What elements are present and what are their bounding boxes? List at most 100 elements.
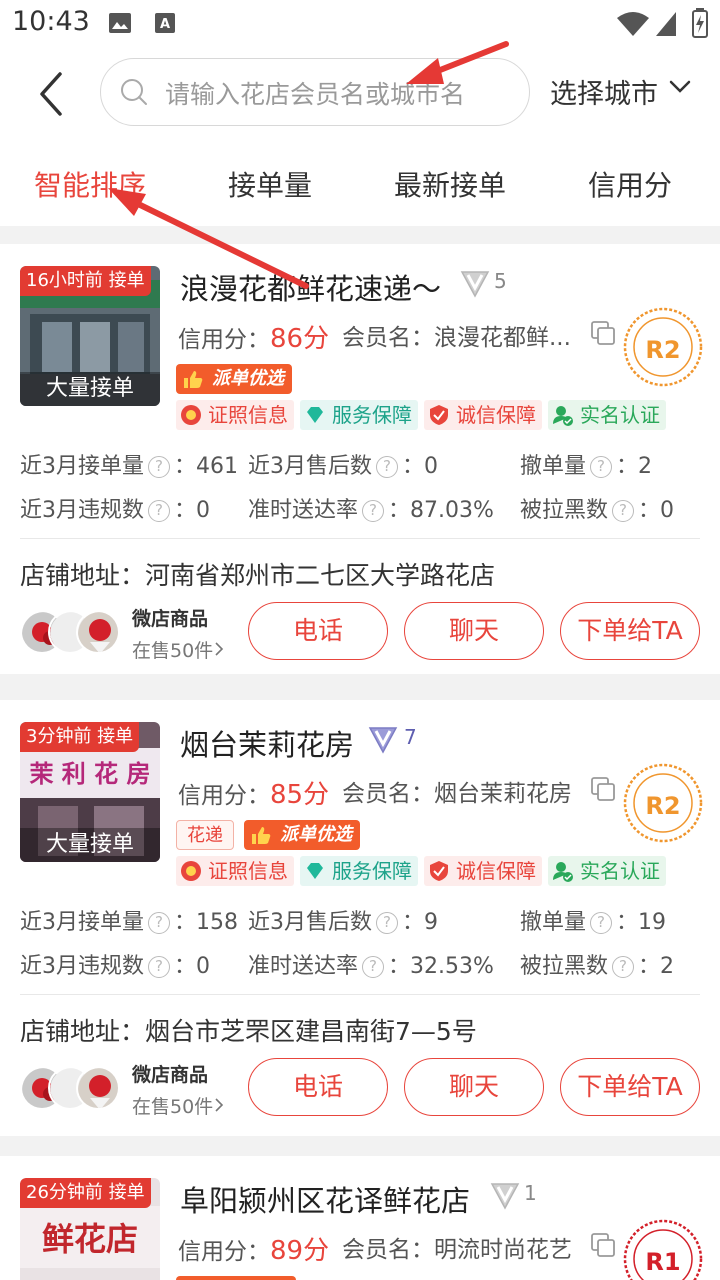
cert-label: 诚信保障 <box>456 859 536 883</box>
shop-card[interactable]: 茉 利 花 房 3分钟前 接单 大量接单 烟台茉莉花房 7 信用分：85分 会员… <box>0 700 720 1136</box>
last-order-badge: 3分钟前 接单 <box>20 722 140 752</box>
help-icon[interactable]: ? <box>148 912 170 934</box>
rating-seal-icon: R1 <box>623 1219 703 1280</box>
stat-value: ：19 <box>616 910 667 935</box>
order-button[interactable]: 下单给TA <box>560 1058 700 1116</box>
stat-label: 近3月接单量 <box>20 454 144 479</box>
member-name: 会员名：烟台茉莉花房 <box>342 781 572 807</box>
stat-value: ：9 <box>402 910 438 935</box>
cert-label: 证照信息 <box>208 859 288 883</box>
member-name: 会员名：明流时尚花艺 <box>342 1237 572 1263</box>
cert-service[interactable]: 服务保障 <box>300 400 418 430</box>
product-thumb <box>76 610 120 654</box>
stat-ontime: 准时送达率? ：87.03% <box>248 492 494 524</box>
help-icon[interactable]: ? <box>362 956 385 978</box>
chat-button[interactable]: 聊天 <box>404 1058 544 1116</box>
stat-label: 准时送达率 <box>248 498 359 523</box>
svg-text:鲜花店: 鲜花店 <box>42 1220 138 1258</box>
tab-latest-orders[interactable]: 最新接单 <box>394 164 506 204</box>
thumb-caption: 大量接单 <box>20 828 160 862</box>
tab-credit-score[interactable]: 信用分 <box>588 164 672 204</box>
help-icon[interactable]: ? <box>148 456 170 478</box>
credit-score: 85分 <box>270 780 330 810</box>
divider <box>20 538 700 539</box>
tab-order-volume[interactable]: 接单量 <box>228 164 312 204</box>
rating-seal-icon: R2 <box>623 763 703 843</box>
stat-blacklist: 被拉黑数? ：2 <box>520 948 674 980</box>
shop-thumbnail[interactable]: 鲜花店 26分钟前 接单 <box>20 1178 160 1280</box>
help-icon[interactable]: ? <box>376 456 398 478</box>
shop-name[interactable]: 浪漫花都鲜花速递～ <box>180 266 441 308</box>
help-icon[interactable]: ? <box>590 912 613 934</box>
chevron-down-icon[interactable] <box>668 78 692 96</box>
help-icon[interactable]: ? <box>612 956 635 978</box>
stat-value: ：0 <box>174 498 210 523</box>
stat-orders: 近3月接单量? ：461 <box>20 448 238 480</box>
tab-smart-sort[interactable]: 智能排序 <box>34 164 146 204</box>
shop-card[interactable]: 鲜花店 26分钟前 接单 阜阳颍州区花译鲜花店 1 信用分：89分 会员名：明流… <box>0 1156 720 1280</box>
flower-delivery-tag: 花递 <box>176 820 234 850</box>
dispatch-pick-tag: 派单优选 <box>176 364 292 394</box>
stat-label: 近3月售后数 <box>248 910 372 935</box>
copy-icon[interactable] <box>590 320 616 346</box>
cert-realname[interactable]: 实名认证 <box>548 856 666 886</box>
cert-integrity[interactable]: 诚信保障 <box>424 856 542 886</box>
call-button[interactable]: 电话 <box>248 1058 388 1116</box>
search-input[interactable]: 请输入花店会员名或城市名 <box>100 58 530 126</box>
thumb-caption: 大量接单 <box>20 372 160 406</box>
cert-realname[interactable]: 实名认证 <box>548 400 666 430</box>
member-name: 会员名：浪漫花都鲜... <box>342 325 571 351</box>
help-icon[interactable]: ? <box>148 956 170 978</box>
stat-label: 被拉黑数 <box>520 954 609 979</box>
call-button[interactable]: 电话 <box>248 602 388 660</box>
credit-score: 89分 <box>270 1236 330 1266</box>
help-icon[interactable]: ? <box>148 500 170 522</box>
cert-label: 诚信保障 <box>456 403 536 427</box>
search-icon <box>121 79 147 105</box>
help-icon[interactable]: ? <box>612 500 635 522</box>
dispatch-pick-tag: 派单优选 <box>244 820 360 850</box>
copy-icon[interactable] <box>590 1232 616 1258</box>
grade-text: R2 <box>645 792 680 820</box>
rating-seal-icon: R2 <box>623 307 703 387</box>
cert-license[interactable]: 证照信息 <box>176 856 294 886</box>
shop-thumbnail[interactable]: 16小时前 接单 大量接单 <box>20 266 160 406</box>
cert-integrity[interactable]: 诚信保障 <box>424 400 542 430</box>
grade-text: R2 <box>645 336 680 364</box>
verified-user-icon <box>553 406 573 426</box>
stat-value: ：87.03% <box>388 498 494 523</box>
shop-thumbnail[interactable]: 茉 利 花 房 3分钟前 接单 大量接单 <box>20 722 160 862</box>
chat-button[interactable]: 聊天 <box>404 602 544 660</box>
stat-value: ：2 <box>616 454 653 479</box>
stat-orders: 近3月接单量? ：158 <box>20 904 238 936</box>
stat-label: 近3月接单量 <box>20 910 144 935</box>
shop-card[interactable]: 16小时前 接单 大量接单 浪漫花都鲜花速递～ 5 信用分：86分 会员名：浪漫… <box>0 244 720 674</box>
back-icon[interactable] <box>24 66 80 122</box>
products-title: 微店商品 <box>132 1064 209 1086</box>
cert-label: 实名认证 <box>580 859 660 883</box>
stat-aftersales: 近3月售后数? ：0 <box>248 448 438 480</box>
vip-level: 7 <box>404 725 417 749</box>
shop-products[interactable]: 微店商品 在售50件 <box>20 1060 240 1120</box>
stat-value: ：0 <box>638 498 675 523</box>
vip-badge-icon <box>460 271 490 298</box>
cert-service[interactable]: 服务保障 <box>300 856 418 886</box>
shop-name[interactable]: 阜阳颍州区花译鲜花店 <box>180 1178 470 1220</box>
help-icon[interactable]: ? <box>590 456 613 478</box>
credit-label: 信用分： <box>178 327 270 353</box>
city-select[interactable]: 选择城市 <box>550 72 658 111</box>
stat-label: 撤单量 <box>520 910 587 935</box>
help-icon[interactable]: ? <box>376 912 398 934</box>
stat-blacklist: 被拉黑数? ：0 <box>520 492 674 524</box>
stat-violations: 近3月违规数? ：0 <box>20 492 210 524</box>
copy-icon[interactable] <box>590 776 616 802</box>
cert-license[interactable]: 证照信息 <box>176 400 294 430</box>
shop-name[interactable]: 烟台茉莉花房 <box>180 722 354 764</box>
help-icon[interactable]: ? <box>362 500 385 522</box>
products-title: 微店商品 <box>132 608 209 630</box>
cert-label: 服务保障 <box>332 859 412 883</box>
thumb-up-icon <box>252 827 271 844</box>
shop-products[interactable]: 微店商品 在售50件 <box>20 604 240 664</box>
credit-row: 信用分：85分 <box>178 774 329 811</box>
order-button[interactable]: 下单给TA <box>560 602 700 660</box>
